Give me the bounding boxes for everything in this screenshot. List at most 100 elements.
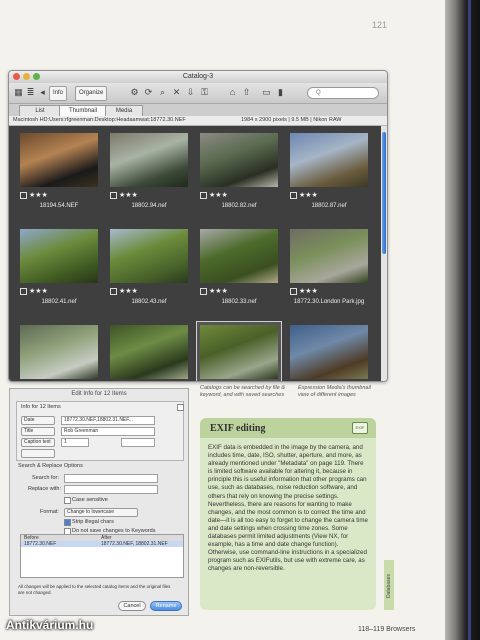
list-view-icon[interactable]: ≣ — [25, 87, 36, 98]
import-icon[interactable]: ⇩ — [185, 87, 196, 98]
info-button[interactable]: Info — [49, 86, 68, 101]
select-checkbox[interactable] — [110, 287, 117, 295]
thumbnail-image[interactable] — [20, 133, 98, 187]
exif-header: EXIF editing EXIF — [200, 418, 376, 438]
lock-icon[interactable]: ⚿ — [199, 87, 210, 98]
select-checkbox[interactable] — [20, 287, 27, 295]
case-sensitive-label: Case sensitive — [72, 497, 108, 503]
star-rating[interactable]: ★★★ — [200, 191, 228, 199]
close-icon[interactable] — [13, 73, 20, 80]
thumbnail-image[interactable] — [20, 229, 98, 283]
star-rating[interactable]: ★★★ — [110, 287, 138, 295]
thumbnail-cell[interactable]: ★★★ — [17, 322, 101, 381]
rating-stars: ★★★ — [119, 288, 138, 295]
zoom-icon[interactable] — [33, 73, 40, 80]
search-icon[interactable]: ⌕ — [157, 87, 168, 98]
thumbnail-image[interactable] — [110, 133, 188, 187]
star-rating[interactable]: ★★★ — [20, 287, 48, 295]
organize-button[interactable]: Organize — [75, 86, 108, 101]
delete-icon[interactable]: ✕ — [171, 87, 182, 98]
view-tabs: List Thumbnail Media — [9, 104, 387, 117]
star-rating[interactable]: ★★★ — [290, 287, 318, 295]
thumbnail-cell[interactable]: ★★★ 18772.30.London Park.jpg — [287, 226, 371, 314]
watermark: Antikvárium.hu — [6, 618, 94, 632]
thumbnail-cell[interactable]: ★★★ — [287, 322, 371, 381]
search-for-input[interactable] — [64, 474, 158, 483]
select-checkbox[interactable] — [20, 191, 27, 199]
grid-icon[interactable]: ▦ — [13, 87, 24, 98]
select-checkbox[interactable] — [110, 191, 117, 199]
star-rating[interactable]: ★★★ — [200, 287, 228, 295]
dialog-title: Edit Info for 12 Items — [71, 391, 127, 397]
toolbar: ▦ ≣ ◂ Info Organize ⚙ ⟳ ⌕ ✕ ⇩ ⚿ ⌂ ⇧ ▭ ▮ … — [9, 83, 387, 104]
star-rating[interactable]: ★★★ — [110, 191, 138, 199]
search-for-label: Search for: — [32, 475, 59, 481]
thumbnail-cell[interactable]: ★★★ 18194.54.NEF — [17, 130, 101, 218]
home-icon[interactable]: ⌂ — [227, 87, 238, 98]
list-item[interactable]: 18772.30.NEF 18772.30.NEF, 18802.31.NEF — [21, 541, 183, 547]
thumbnail-cell[interactable]: ★★★ — [196, 321, 282, 381]
chart-icon[interactable]: ▮ — [275, 87, 286, 98]
thumbnail-image[interactable] — [110, 325, 188, 379]
thumbnail-image[interactable] — [200, 325, 278, 379]
thumbnail-filename: 18194.54.NEF — [39, 203, 79, 209]
thumbnail-image[interactable] — [290, 229, 368, 283]
section-toggle[interactable] — [177, 404, 184, 411]
strip-chars-checkbox[interactable] — [64, 519, 71, 526]
select-checkbox[interactable] — [200, 287, 207, 295]
thumbnail-cell[interactable]: ★★★ — [107, 322, 191, 381]
chapter-side-tab: Databases — [384, 560, 394, 610]
preview-list[interactable]: Before After 18772.30.NEF 18772.30.NEF, … — [20, 534, 184, 578]
star-rating[interactable]: ★★★ — [290, 191, 318, 199]
field-value-caption[interactable]: 1 — [61, 438, 89, 447]
rotate-icon[interactable]: ⟳ — [143, 87, 154, 98]
field-value-title[interactable]: Rob Greenman — [61, 427, 155, 436]
back-icon[interactable]: ◂ — [37, 87, 48, 98]
thumbnail-image[interactable] — [20, 325, 98, 379]
thumbnail-image[interactable] — [110, 229, 188, 283]
thumbnail-cell[interactable]: ★★★ 18802.41.nef — [17, 226, 101, 314]
thumbnail-filename: 18802.82.nef — [221, 203, 257, 209]
rating-stars: ★★★ — [209, 192, 228, 199]
rating-stars: ★★★ — [119, 192, 138, 199]
thumbnail-image[interactable] — [290, 133, 368, 187]
minimize-icon[interactable] — [23, 73, 30, 80]
field-select-caption[interactable]: Caption text — [21, 438, 55, 447]
select-checkbox[interactable] — [200, 191, 207, 199]
field-value-date[interactable]: 18772.30.NEF,18802.31.NEF... — [61, 416, 155, 425]
thumbnail-filename: 18802.41.nef — [41, 299, 77, 305]
thumbnail-image[interactable] — [200, 133, 278, 187]
scrollbar[interactable] — [381, 126, 387, 381]
replace-with-label: Replace with: — [28, 486, 62, 492]
thumbnail-cell[interactable]: ★★★ 18802.43.nef — [107, 226, 191, 314]
rating-stars: ★★★ — [209, 288, 228, 295]
rating-stars: ★★★ — [299, 192, 318, 199]
field-select-title[interactable]: Title — [21, 427, 55, 436]
thumbnail-cell[interactable]: ★★★ 18802.82.nef — [197, 130, 281, 218]
field-value-extra[interactable] — [121, 438, 155, 447]
rating-stars: ★★★ — [29, 288, 48, 295]
thumbnail-cell[interactable]: ★★★ 18802.94.nef — [107, 130, 191, 218]
select-checkbox[interactable] — [290, 191, 297, 199]
book-spine — [445, 0, 480, 640]
case-sensitive-checkbox[interactable] — [64, 497, 71, 504]
rename-button[interactable]: Rename — [150, 601, 182, 611]
star-rating[interactable]: ★★★ — [20, 191, 48, 199]
field-select-extra[interactable] — [21, 449, 55, 458]
replace-with-input[interactable] — [64, 485, 158, 494]
select-checkbox[interactable] — [290, 287, 297, 295]
caption-left: Catalogs can be searched by file & keywo… — [200, 385, 285, 398]
field-select-date[interactable]: Date — [21, 416, 55, 425]
format-select[interactable]: Change to lowercase — [64, 508, 138, 517]
search-input[interactable]: Q — [307, 87, 379, 99]
cancel-button[interactable]: Cancel — [118, 601, 146, 611]
slideshow-icon[interactable]: ▭ — [261, 87, 272, 98]
gear-icon[interactable]: ⚙ — [129, 87, 140, 98]
thumbnail-image[interactable] — [200, 229, 278, 283]
thumbnail-cell[interactable]: ★★★ 18802.33.nef — [197, 226, 281, 314]
window-title: Catalog-3 — [182, 73, 214, 80]
scrollbar-thumb[interactable] — [382, 132, 386, 254]
thumbnail-image[interactable] — [290, 325, 368, 379]
thumbnail-cell[interactable]: ★★★ 18802.87.nef — [287, 130, 371, 218]
upload-icon[interactable]: ⇧ — [241, 87, 252, 98]
